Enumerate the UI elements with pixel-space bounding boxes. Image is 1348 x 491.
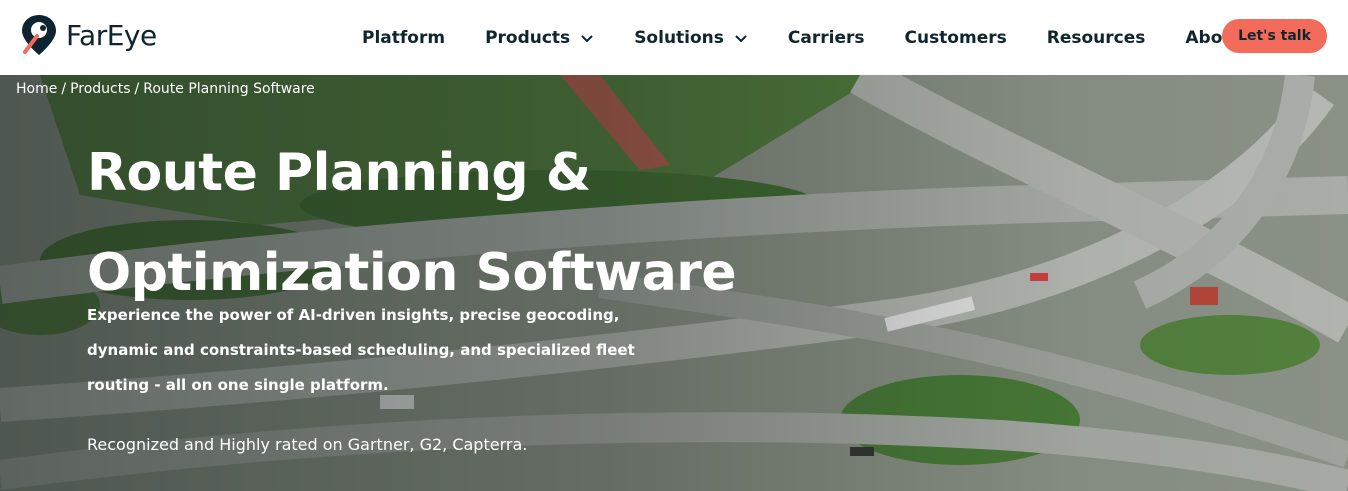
nav-item-carriers[interactable]: Carriers — [788, 28, 865, 48]
pin-logo-icon — [22, 15, 56, 55]
page-title: Route Planning & Optimization Software — [87, 123, 787, 323]
nav-item-platform[interactable]: Platform — [362, 28, 445, 48]
breadcrumb-products[interactable]: Products — [70, 81, 130, 97]
nav-item-solutions[interactable]: Solutions — [634, 28, 748, 48]
nav-item-customers[interactable]: Customers — [904, 28, 1006, 48]
nav-label: Solutions — [634, 27, 724, 48]
breadcrumb-current: Route Planning Software — [143, 81, 315, 97]
nav-label: Products — [485, 27, 571, 48]
main-nav: Platform Products Solutions Carriers Cus… — [362, 0, 1307, 75]
chevron-down-icon — [581, 34, 593, 42]
ratings-note: Recognized and Highly rated on Gartner, … — [87, 435, 528, 454]
hero-description: Experience the power of AI-driven insigh… — [87, 306, 635, 394]
fareye-logo[interactable]: FarEye — [16, 12, 157, 58]
breadcrumb-separator: / — [61, 81, 67, 97]
nav-label: Customers — [904, 27, 1007, 48]
nav-label: Carriers — [787, 27, 865, 48]
hero-section: Home / Products / Route Planning Softwar… — [0, 75, 1348, 491]
breadcrumb: Home / Products / Route Planning Softwar… — [16, 81, 315, 97]
nav-label: Platform — [362, 27, 446, 48]
nav-label: Resources — [1046, 27, 1146, 48]
breadcrumb-home[interactable]: Home — [16, 81, 57, 97]
site-header: FarEye Platform Products Solutions Carri… — [0, 0, 1348, 75]
breadcrumb-separator: / — [134, 81, 140, 97]
nav-item-resources[interactable]: Resources — [1047, 28, 1146, 48]
nav-item-products[interactable]: Products — [485, 28, 594, 48]
lets-talk-button[interactable]: Let's talk — [1222, 19, 1327, 53]
logo-text: FarEye — [66, 18, 157, 52]
chevron-down-icon — [735, 34, 747, 42]
title-line-1: Route Planning & — [87, 143, 591, 203]
